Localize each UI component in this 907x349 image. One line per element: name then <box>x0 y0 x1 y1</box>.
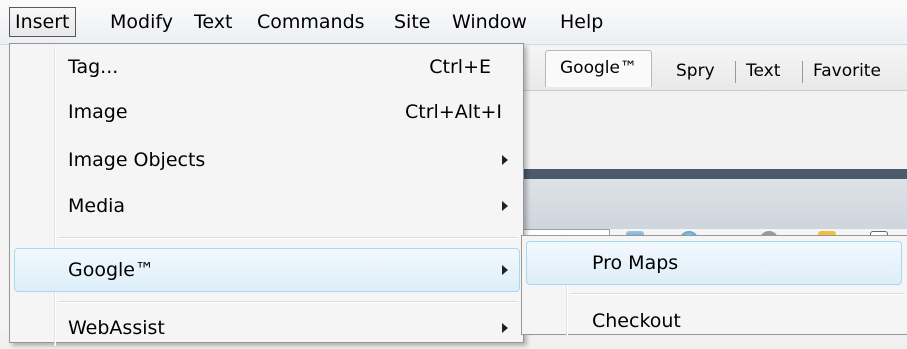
tab-favorites[interactable]: Favorite <box>813 58 881 84</box>
menu-item-image[interactable]: Image Ctrl+Alt+I <box>10 91 523 133</box>
menu-item-shortcut: Ctrl+E <box>429 56 491 78</box>
menu-text[interactable]: Text <box>194 8 232 36</box>
insert-panel-body <box>520 91 907 169</box>
menu-item-google[interactable]: Google™ <box>10 249 523 291</box>
submenu-arrow-icon <box>502 201 508 211</box>
menu-item-media[interactable]: Media <box>10 185 523 227</box>
menu-item-checkout[interactable]: Checkout <box>522 300 906 342</box>
menu-item-label: Checkout <box>592 310 681 332</box>
menu-commands[interactable]: Commands <box>257 8 365 36</box>
document-title-bar <box>520 169 907 179</box>
menu-item-webassist[interactable]: WebAssist <box>10 307 523 349</box>
menu-item-label: Image Objects <box>68 149 206 171</box>
menu-site[interactable]: Site <box>394 8 430 36</box>
menu-window[interactable]: Window <box>452 8 527 36</box>
menu-item-label: Google™ <box>68 259 155 281</box>
insert-menu: Tag... Ctrl+E Image Ctrl+Alt+I Image Obj… <box>9 43 524 346</box>
menu-item-pro-maps[interactable]: Pro Maps <box>522 242 906 284</box>
menu-item-label: Tag... <box>68 56 119 78</box>
menu-item-label: Media <box>68 195 126 217</box>
menu-item-shortcut: Ctrl+Alt+I <box>405 101 502 123</box>
menu-modify[interactable]: Modify <box>110 8 173 36</box>
tab-google[interactable]: Google™ <box>545 50 652 87</box>
menu-item-image-objects[interactable]: Image Objects <box>10 139 523 181</box>
menu-item-label: WebAssist <box>68 317 165 339</box>
tab-text[interactable]: Text <box>746 58 780 84</box>
submenu-arrow-icon <box>502 323 508 333</box>
tab-spry[interactable]: Spry <box>676 58 715 84</box>
menu-insert[interactable]: Insert <box>9 7 76 37</box>
menu-item-label: Image <box>68 101 128 123</box>
menu-bar: Insert Modify Text Commands Site Window … <box>0 0 907 45</box>
submenu-arrow-icon <box>502 155 508 165</box>
menu-item-label: Pro Maps <box>592 252 679 274</box>
tab-separator <box>735 61 736 83</box>
menu-separator <box>570 293 904 295</box>
menu-separator <box>58 237 518 239</box>
menu-separator <box>58 301 518 303</box>
document-toolbar <box>520 179 907 229</box>
menu-item-tag[interactable]: Tag... Ctrl+E <box>10 46 523 88</box>
tab-separator <box>802 61 803 83</box>
submenu-arrow-icon <box>502 265 508 275</box>
google-submenu: Pro Maps Checkout <box>521 235 907 336</box>
menu-help[interactable]: Help <box>560 8 603 36</box>
insert-panel-tabs: Google™ Spry Text Favorite <box>520 47 907 91</box>
